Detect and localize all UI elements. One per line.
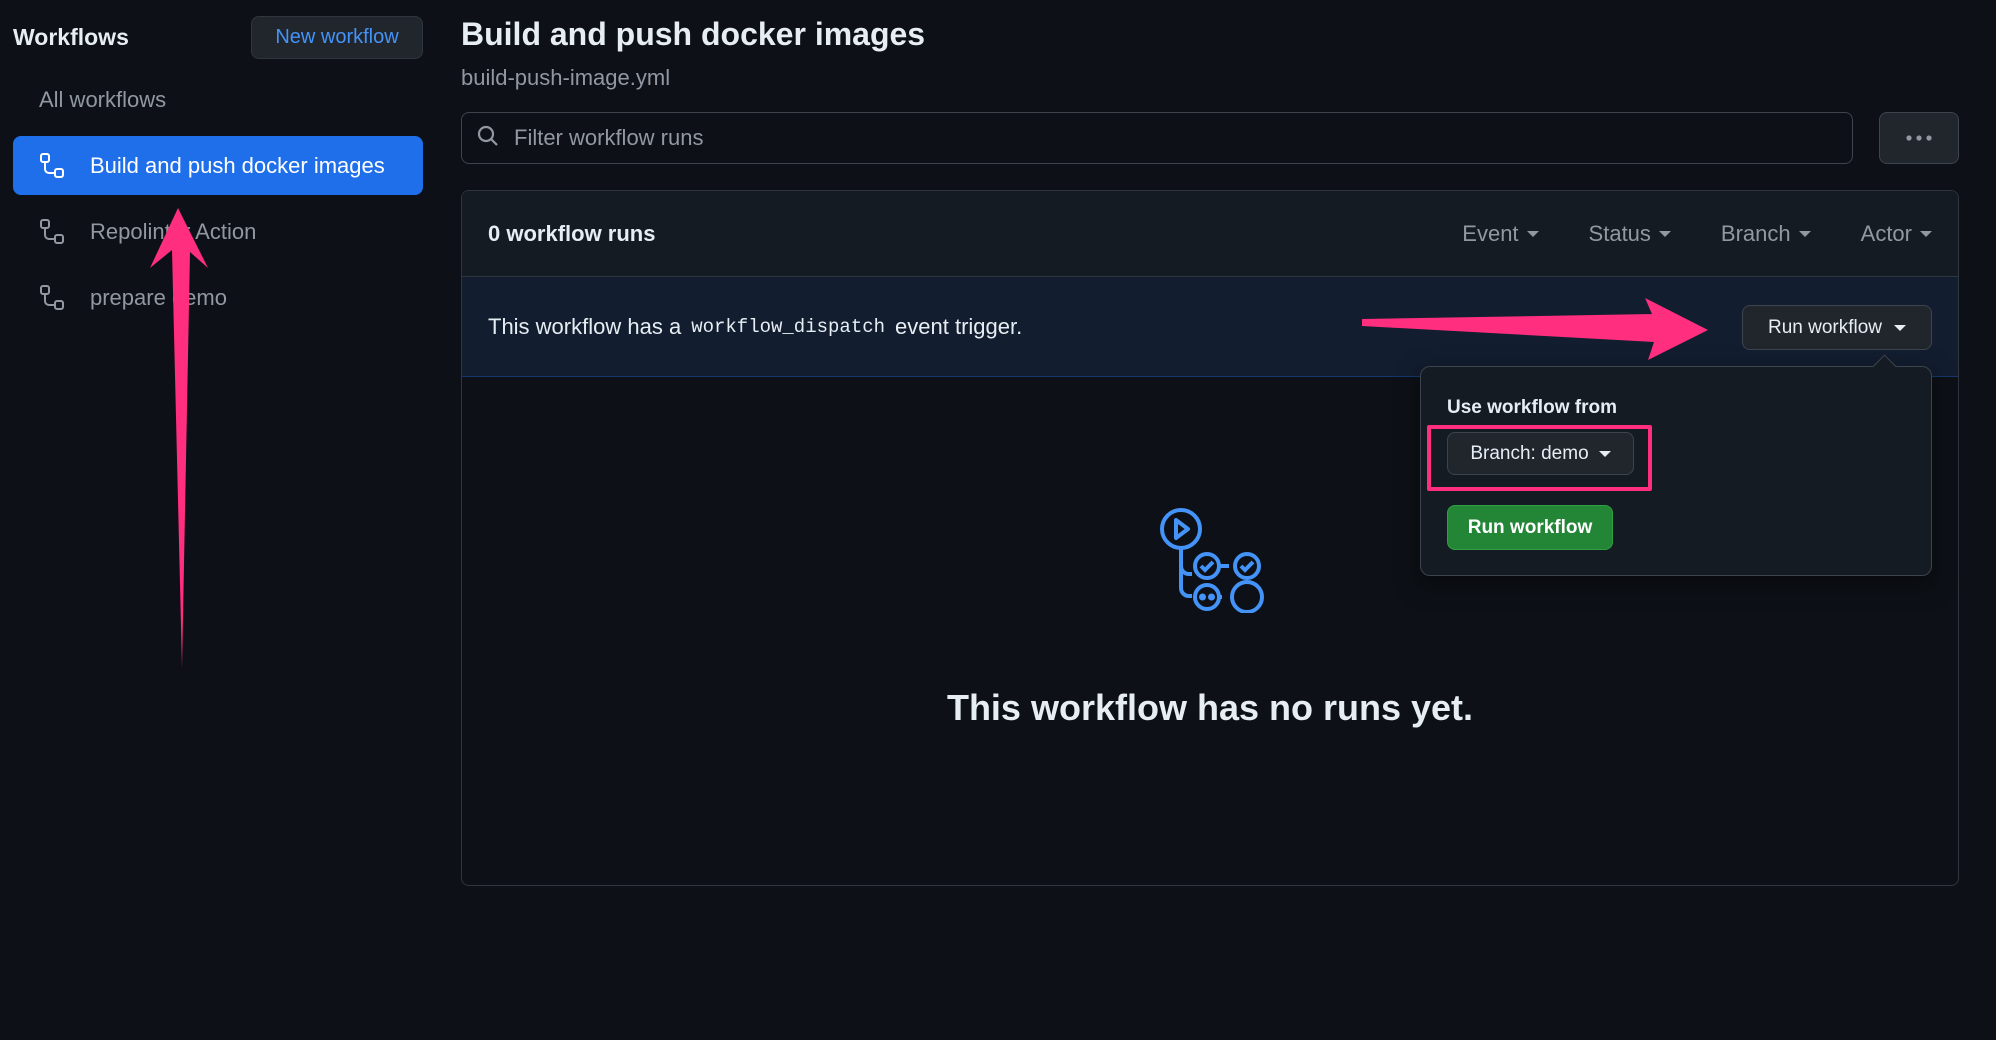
- actor-filter-menu[interactable]: Actor: [1861, 221, 1932, 247]
- filter-menu-label: Event: [1462, 220, 1519, 246]
- status-filter-menu[interactable]: Status: [1589, 221, 1671, 247]
- workflow-icon: [38, 217, 68, 247]
- filter-workflow-runs-input[interactable]: [514, 125, 1814, 151]
- sidebar-header: Workflows New workflow: [13, 16, 423, 59]
- sidebar-title: Workflows: [13, 24, 129, 50]
- sidebar-item-label: Repolinter Action: [90, 218, 257, 244]
- filter-row: [461, 112, 1959, 164]
- filter-menu-label: Branch: [1720, 220, 1791, 246]
- search-icon: [476, 124, 500, 153]
- sidebar-item-build-and-push[interactable]: Build and push docker images: [13, 136, 423, 195]
- caret-down-icon: [1658, 230, 1671, 237]
- kebab-horizontal-icon: [1904, 129, 1934, 147]
- filter-menu-label: Status: [1588, 220, 1651, 246]
- filter-box[interactable]: [461, 112, 1853, 164]
- branch-filter-menu[interactable]: Branch: [1721, 221, 1811, 247]
- sidebar: Workflows New workflow All workflows Bui…: [13, 16, 423, 334]
- caret-down-icon: [1526, 230, 1539, 237]
- event-filter-menu[interactable]: Event: [1462, 220, 1539, 247]
- filter-menu-label: Actor: [1860, 220, 1912, 246]
- workflow-nav: All workflows Build and push docker imag…: [13, 70, 423, 327]
- runs-header: 0 workflow runs Event Status Branch Acto…: [462, 191, 1958, 277]
- sidebar-item-all-workflows[interactable]: All workflows: [13, 70, 423, 129]
- dispatch-text-prefix: This workflow has a: [488, 313, 682, 339]
- workflow-empty-icon: [1160, 508, 1264, 613]
- dispatch-banner: This workflow has a workflow_dispatch ev…: [462, 277, 1958, 377]
- sidebar-item-repolinter[interactable]: Repolinter Action: [13, 202, 423, 261]
- sidebar-item-label: Build and push docker images: [90, 152, 385, 178]
- annotation-highlight-box: [1427, 425, 1652, 491]
- dispatch-code: workflow_dispatch: [691, 315, 886, 338]
- run-workflow-label: Run workflow: [1767, 316, 1883, 338]
- caret-down-icon: [1798, 230, 1811, 237]
- new-workflow-button[interactable]: New workflow: [251, 16, 423, 59]
- caret-down-icon: [1920, 230, 1932, 237]
- run-workflow-dropdown-button[interactable]: Run workflow: [1742, 305, 1932, 350]
- use-workflow-from-label: Use workflow from: [1447, 397, 1617, 418]
- caret-down-icon: [1894, 324, 1907, 331]
- sidebar-item-label: All workflows: [39, 86, 167, 112]
- empty-state-message: This workflow has no runs yet.: [946, 687, 1474, 728]
- filter-menus: Event Status Branch Actor: [1462, 221, 1932, 247]
- workflow-file-name[interactable]: build-push-image.yml: [461, 66, 1959, 90]
- runs-count: 0 workflow runs: [488, 220, 656, 246]
- more-options-button[interactable]: [1879, 112, 1959, 164]
- sidebar-item-label: prepare demo: [90, 284, 227, 310]
- run-workflow-submit-button[interactable]: Run workflow: [1447, 505, 1613, 550]
- workflow-icon: [38, 283, 68, 313]
- sidebar-item-prepare-demo[interactable]: prepare demo: [13, 268, 423, 327]
- dispatch-text-suffix: event trigger.: [895, 313, 1023, 339]
- workflow-icon: [38, 151, 68, 181]
- page-title: Build and push docker images: [461, 16, 926, 52]
